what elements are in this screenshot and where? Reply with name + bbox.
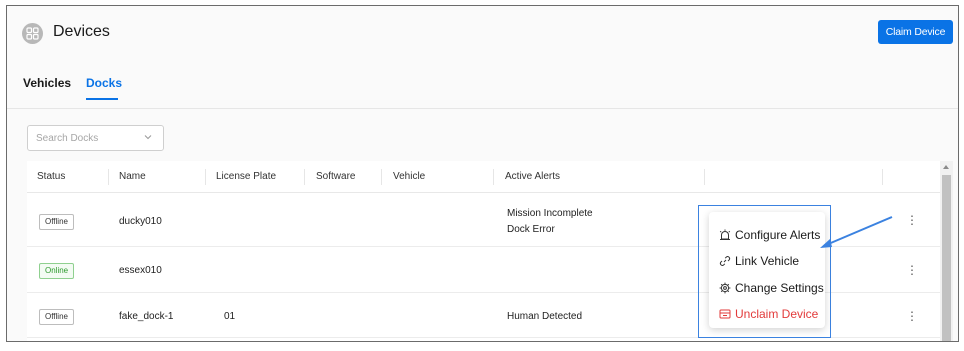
search-input[interactable] xyxy=(28,126,138,150)
menu-item-link-vehicle[interactable]: Link Vehicle xyxy=(719,252,799,270)
scroll-up-arrow-icon[interactable] xyxy=(943,165,949,169)
menu-item-change-settings[interactable]: Change Settings xyxy=(719,279,824,297)
alert-text: Dock Error xyxy=(507,224,555,235)
chevron-down-icon xyxy=(144,135,152,140)
tab-vehicles[interactable]: Vehicles xyxy=(23,76,71,90)
page-header: Devices Claim Device xyxy=(7,6,958,58)
column-header-name[interactable]: Name xyxy=(119,171,146,182)
menu-item-label: Configure Alerts xyxy=(735,228,821,242)
status-badge: Offline xyxy=(39,309,74,325)
menu-item-label: Change Settings xyxy=(735,281,824,295)
tab-docks[interactable]: Docks xyxy=(86,76,122,90)
table-header: Status Name License Plate Software Vehic… xyxy=(27,161,940,193)
alert-text: Human Detected xyxy=(507,311,583,322)
row-actions-menu: Configure Alerts Link Vehicle Change Set… xyxy=(709,212,825,328)
devices-page: Devices Claim Device Vehicles Docks Stat… xyxy=(6,5,959,342)
gear-icon xyxy=(719,282,731,294)
row-actions-menu-icon[interactable]: ⋮ xyxy=(906,263,918,277)
column-divider xyxy=(108,169,109,185)
vertical-scrollbar[interactable] xyxy=(940,161,953,341)
claim-device-button[interactable]: Claim Device xyxy=(878,20,953,44)
column-divider xyxy=(704,169,705,185)
status-badge: Offline xyxy=(39,214,74,230)
dock-name: fake_dock-1 xyxy=(119,311,174,322)
menu-item-configure-alerts[interactable]: Configure Alerts xyxy=(719,226,820,244)
menu-item-unclaim-device[interactable]: Unclaim Device xyxy=(719,305,818,323)
alarm-icon xyxy=(719,229,731,240)
row-actions-menu-icon[interactable]: ⋮ xyxy=(906,309,918,323)
unclaim-icon xyxy=(719,309,731,319)
row-actions-menu-icon[interactable]: ⋮ xyxy=(906,213,918,227)
column-divider xyxy=(304,169,305,185)
column-divider xyxy=(381,169,382,185)
dock-name: essex010 xyxy=(119,265,162,276)
menu-item-label: Link Vehicle xyxy=(735,254,800,268)
column-header-software[interactable]: Software xyxy=(316,171,355,182)
link-icon xyxy=(719,256,731,266)
scroll-thumb[interactable] xyxy=(942,175,951,341)
column-header-status[interactable]: Status xyxy=(37,171,65,182)
dock-name: ducky010 xyxy=(119,216,162,227)
column-divider xyxy=(493,169,494,185)
devices-icon xyxy=(22,23,43,44)
tabs-divider xyxy=(7,108,958,109)
column-divider xyxy=(882,169,883,185)
menu-item-label: Unclaim Device xyxy=(735,307,819,321)
column-header-vehicle[interactable]: Vehicle xyxy=(393,171,425,182)
license-plate: 01 xyxy=(224,311,236,322)
column-header-license-plate[interactable]: License Plate xyxy=(216,171,276,182)
search-docks-dropdown[interactable] xyxy=(27,125,164,151)
column-divider xyxy=(205,169,206,185)
column-header-active-alerts[interactable]: Active Alerts xyxy=(505,171,560,182)
page-title: Devices xyxy=(53,23,110,40)
tab-bar: Vehicles Docks xyxy=(7,68,958,106)
active-tab-indicator xyxy=(86,98,118,100)
status-badge: Online xyxy=(39,263,75,279)
alert-text: Mission Incomplete xyxy=(507,208,593,219)
